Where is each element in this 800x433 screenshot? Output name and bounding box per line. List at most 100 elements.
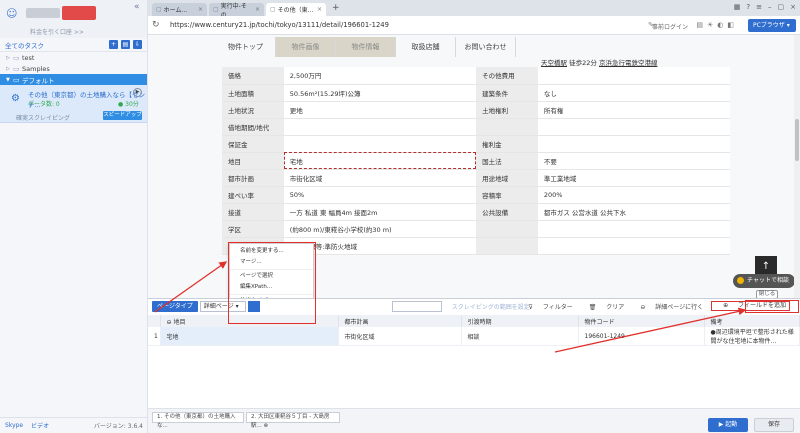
- nav-property-images[interactable]: 物件画像: [276, 37, 336, 57]
- grid-icon[interactable]: ▦: [734, 3, 741, 11]
- skype-link[interactable]: Skype: [5, 422, 23, 429]
- property-label: [476, 237, 538, 255]
- table-cell[interactable]: 宅地: [160, 327, 339, 346]
- speed-up-button[interactable]: スピードアップ: [103, 111, 142, 120]
- station-link[interactable]: 天空橋駅: [541, 59, 567, 67]
- table-row[interactable]: 1 宅地 市街化区域 相談 196601-1249 ●周辺環境平坦で整形された様…: [148, 327, 800, 346]
- property-label: その他費用: [476, 67, 538, 85]
- property-value[interactable]: 準工業地域: [537, 169, 730, 187]
- address-bar: ↻ https://www.century21.jp/tochi/tokyo/1…: [148, 16, 800, 35]
- new-tab-icon[interactable]: +: [328, 3, 344, 16]
- property-value[interactable]: [537, 118, 730, 136]
- sidebar: ☺ 料金を引く口座 >> « 全てのタスク + ▤ ⇩ ▷ ▭ test ▷ ▭…: [0, 0, 148, 433]
- property-value[interactable]: 50.56m²(15.29坪)公簿: [283, 84, 477, 102]
- tree-item-default[interactable]: ▼ ▭ デフォルト: [0, 74, 147, 85]
- table-cell[interactable]: ●周辺環境平坦で整形された様間がな住宅地に本物件...: [704, 327, 800, 346]
- step-tab-2[interactable]: 2. 大田区東糀谷５丁目 - 大島房駅... ⊗: [246, 412, 340, 429]
- save-button[interactable]: 保存: [754, 418, 794, 432]
- property-value[interactable]: [283, 135, 477, 153]
- expand-icon[interactable]: ▷: [6, 66, 13, 72]
- property-value[interactable]: 都市ガス 公営水道 公共下水: [537, 203, 730, 221]
- close-window-icon[interactable]: ×: [790, 3, 796, 11]
- tree-item-test[interactable]: ▷ ▭ test: [0, 52, 147, 63]
- collapse-icon[interactable]: «: [134, 2, 140, 12]
- nav-contact[interactable]: お問い合わせ: [456, 37, 516, 57]
- address-tools[interactable]: ▤☀◐◧: [696, 21, 738, 29]
- column-label: 引渡時期: [467, 318, 492, 326]
- menu-icon[interactable]: ≡: [756, 3, 762, 11]
- trash-icon: 🗑: [588, 304, 597, 311]
- run-task-icon[interactable]: ▶: [133, 88, 142, 97]
- chat-button[interactable]: チャットで相談: [733, 274, 795, 288]
- property-value[interactable]: 2,500万円: [283, 67, 477, 85]
- clear-button[interactable]: 🗑 クリア: [581, 302, 625, 311]
- close-chat-button[interactable]: 閉じる: [756, 290, 778, 298]
- close-icon[interactable]: ⊗: [264, 423, 269, 429]
- task-card[interactable]: ⚙ その他（東京都）の土地購入なら【センチ... ▶ データ数: 0 ● 30分…: [0, 85, 147, 123]
- tab-running[interactable]: ▢ 実行中-その... ×: [209, 3, 264, 19]
- minimize-icon[interactable]: –: [768, 3, 772, 11]
- secondary-select[interactable]: [391, 300, 442, 312]
- all-tasks-label[interactable]: 全てのタスク: [5, 40, 106, 50]
- pc-browser-button[interactable]: PCブラウザ ▾: [748, 19, 796, 32]
- property-value[interactable]: 一方 私道 東 幅員4m 接面2m: [283, 203, 477, 221]
- nav-property-info[interactable]: 物件情報: [336, 37, 396, 57]
- property-value[interactable]: [537, 67, 730, 85]
- column-header[interactable]: 都市計画: [338, 315, 462, 327]
- reload-icon[interactable]: ↻: [152, 20, 164, 30]
- property-value[interactable]: なし: [537, 84, 730, 102]
- table-cell[interactable]: 196601-1249: [578, 327, 705, 346]
- property-value[interactable]: [537, 237, 730, 255]
- column-header[interactable]: 引渡時期: [461, 315, 579, 327]
- link-icon: ⊖: [640, 304, 646, 311]
- property-value[interactable]: 所有権: [537, 101, 730, 119]
- property-value[interactable]: 50%: [283, 186, 477, 204]
- site-nav: 物件トップ 物件画像 物件情報 取扱店舗 お問い合わせ: [216, 37, 516, 57]
- close-icon[interactable]: ×: [317, 6, 322, 13]
- column-label: 物件コード: [584, 318, 615, 326]
- close-icon[interactable]: ×: [255, 6, 260, 13]
- nav-property-top[interactable]: 物件トップ: [216, 37, 276, 57]
- tree-item-samples[interactable]: ▷ ▭ Samples: [0, 63, 147, 74]
- property-value[interactable]: 不要: [537, 152, 730, 170]
- column-header[interactable]: 備考: [704, 315, 800, 327]
- collapse-tree-icon[interactable]: ▼: [6, 77, 13, 83]
- station-line-link[interactable]: 京浜急行電鉄空港線: [599, 59, 658, 67]
- nav-stores[interactable]: 取扱店舗: [396, 37, 456, 57]
- start-button[interactable]: ▶ 起動: [708, 418, 748, 432]
- new-folder-icon[interactable]: ▤: [121, 40, 130, 49]
- version-label: バージョン: 3.6.4: [93, 423, 143, 430]
- property-value[interactable]: (約800 m)/東糀谷小学校(約30 m): [283, 220, 477, 238]
- column-header[interactable]: 物件コード: [578, 315, 705, 327]
- property-value[interactable]: 市街化区域: [283, 169, 477, 187]
- scrollbar-thumb[interactable]: [795, 119, 799, 161]
- tab-detail[interactable]: ▢ その他（東... ×: [266, 3, 326, 16]
- step-tab-1[interactable]: 1. その他（東京都）の土地購入な...: [152, 412, 244, 429]
- property-label: 土地状況: [222, 101, 284, 119]
- property-value[interactable]: [537, 220, 730, 238]
- video-link[interactable]: ビデオ: [31, 421, 49, 430]
- property-label: 学区: [222, 220, 284, 238]
- import-icon[interactable]: ⇩: [133, 40, 142, 49]
- filter-button[interactable]: ⊽ フィルター: [521, 302, 573, 311]
- highlight-add-field: [745, 300, 799, 313]
- maximize-icon[interactable]: ▢: [778, 3, 785, 11]
- tab-home[interactable]: ▢ ホーム... ×: [152, 3, 207, 16]
- table-cell[interactable]: 市街化区域: [338, 327, 462, 346]
- username-redacted: [26, 8, 60, 18]
- help-icon[interactable]: ?: [746, 3, 750, 11]
- pre-login-button[interactable]: 事前ログイン: [652, 22, 688, 31]
- property-value[interactable]: [283, 118, 477, 136]
- property-value[interactable]: 200%: [537, 186, 730, 204]
- property-value[interactable]: 宅地: [283, 152, 477, 170]
- page-scrollbar[interactable]: [794, 35, 800, 298]
- new-task-icon[interactable]: +: [109, 40, 118, 49]
- url-field[interactable]: https://www.century21.jp/tochi/tokyo/131…: [170, 21, 389, 29]
- account-subtitle[interactable]: 料金を引く口座 >>: [30, 27, 84, 36]
- expand-icon[interactable]: ▷: [6, 55, 13, 61]
- property-value[interactable]: [537, 135, 730, 153]
- detail-page-button[interactable]: ⊖ 詳細ページに行く: [632, 302, 703, 311]
- table-cell[interactable]: 相談: [461, 327, 579, 346]
- close-icon[interactable]: ×: [198, 6, 203, 13]
- property-value[interactable]: 更地: [283, 101, 477, 119]
